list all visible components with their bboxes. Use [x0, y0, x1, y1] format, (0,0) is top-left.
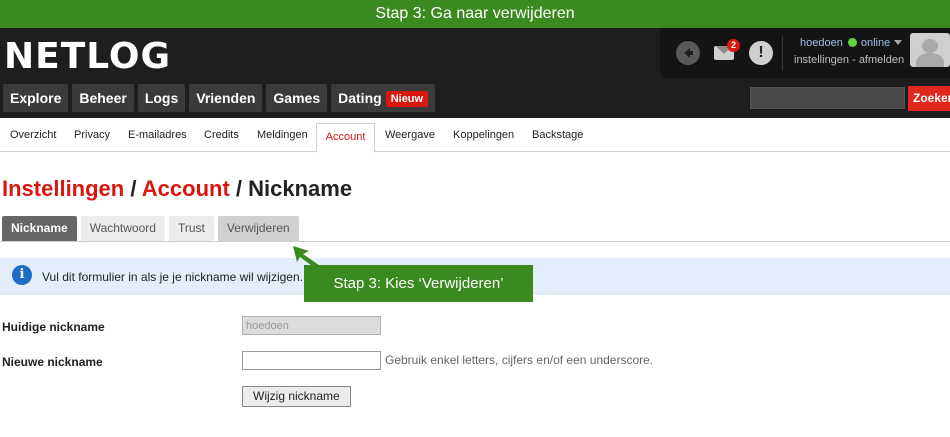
nav-games[interactable]: Games	[266, 84, 328, 112]
tab-trust[interactable]: Trust	[168, 216, 214, 241]
nickname-hint: Gebruik enkel letters, cijfers en/of een…	[385, 353, 654, 367]
netlog-logo[interactable]: NETLOG	[4, 38, 171, 76]
breadcrumb-instellingen[interactable]: Instellingen	[2, 176, 124, 201]
status-label: online	[860, 37, 891, 49]
subtab-privacy[interactable]: Privacy	[74, 129, 110, 141]
tab-verwijderen[interactable]: Verwijderen	[217, 216, 299, 241]
nav-label: Dating	[338, 90, 382, 106]
user-box: 2 ! hoedoen online instellingen - afmelde…	[660, 28, 950, 78]
nav-label: Beheer	[79, 90, 127, 106]
nav-label: Logs	[144, 90, 179, 106]
search-input[interactable]	[750, 87, 905, 109]
tutorial-callout: Stap 3: Kies ‘Verwijderen’	[304, 265, 533, 302]
nickname-tabs: Nickname Wachtwoord Trust Verwijderen	[2, 216, 299, 241]
nav-logs[interactable]: Logs	[137, 84, 186, 112]
subtab-backstage[interactable]: Backstage	[532, 129, 583, 141]
breadcrumb-separator: /	[124, 176, 142, 201]
tabs-divider	[0, 241, 950, 242]
logo-text: NETLOG	[4, 36, 172, 77]
top-bar: NETLOG 2 ! hoedoen online instellingen - …	[0, 28, 950, 118]
breadcrumb-account[interactable]: Account	[142, 176, 230, 201]
info-text: Vul dit formulier in als je je nickname …	[42, 270, 303, 284]
breadcrumb-separator: /	[229, 176, 249, 201]
new-nickname-field[interactable]	[242, 351, 381, 370]
subtab-overzicht[interactable]: Overzicht	[10, 129, 56, 141]
user-status[interactable]: hoedoen online	[800, 37, 903, 49]
search-button[interactable]: Zoeken	[908, 86, 950, 111]
alert-icon[interactable]: !	[749, 41, 773, 65]
new-nickname-label: Nieuwe nickname	[2, 355, 103, 369]
current-nickname-field	[242, 316, 381, 335]
back-arrow-icon[interactable]	[676, 41, 700, 65]
nav-label: Explore	[10, 90, 62, 106]
message-count-badge: 2	[727, 39, 740, 52]
chevron-down-icon[interactable]	[894, 40, 903, 45]
username[interactable]: hoedoen	[800, 37, 843, 49]
subtab-meldingen[interactable]: Meldingen	[257, 129, 308, 141]
nav-explore[interactable]: Explore	[3, 84, 69, 112]
subtab-weergave[interactable]: Weergave	[385, 129, 435, 141]
tab-nickname[interactable]: Nickname	[2, 216, 77, 241]
page-title: Instellingen / Account / Nickname	[2, 176, 352, 202]
user-links[interactable]: instellingen - afmelden	[794, 54, 904, 66]
settings-subnav: Overzicht Privacy E-mailadres Credits Me…	[0, 118, 950, 153]
nav-label: Games	[273, 90, 321, 106]
nav-dating[interactable]: Dating Nieuw	[331, 84, 436, 112]
new-badge: Nieuw	[385, 91, 429, 107]
tab-wachtwoord[interactable]: Wachtwoord	[80, 216, 165, 241]
nav-vrienden[interactable]: Vrienden	[189, 84, 263, 112]
subtab-koppelingen[interactable]: Koppelingen	[453, 129, 514, 141]
avatar[interactable]	[910, 33, 950, 67]
divider	[782, 36, 783, 70]
nav-label: Vrienden	[196, 90, 256, 106]
step-banner: Stap 3: Ga naar verwijderen	[0, 0, 950, 28]
online-status-icon	[847, 38, 857, 47]
subtab-account[interactable]: Account	[316, 123, 375, 153]
subtab-emailadres[interactable]: E-mailadres	[128, 129, 187, 141]
main-nav: Explore Beheer Logs Vrienden Games Datin…	[3, 84, 436, 112]
subtab-credits[interactable]: Credits	[204, 129, 239, 141]
breadcrumb-current: Nickname	[248, 176, 353, 201]
nav-beheer[interactable]: Beheer	[72, 84, 134, 112]
change-nickname-button[interactable]: Wijzig nickname	[242, 386, 351, 407]
info-icon: i	[12, 265, 32, 285]
current-nickname-label: Huidige nickname	[2, 320, 105, 334]
